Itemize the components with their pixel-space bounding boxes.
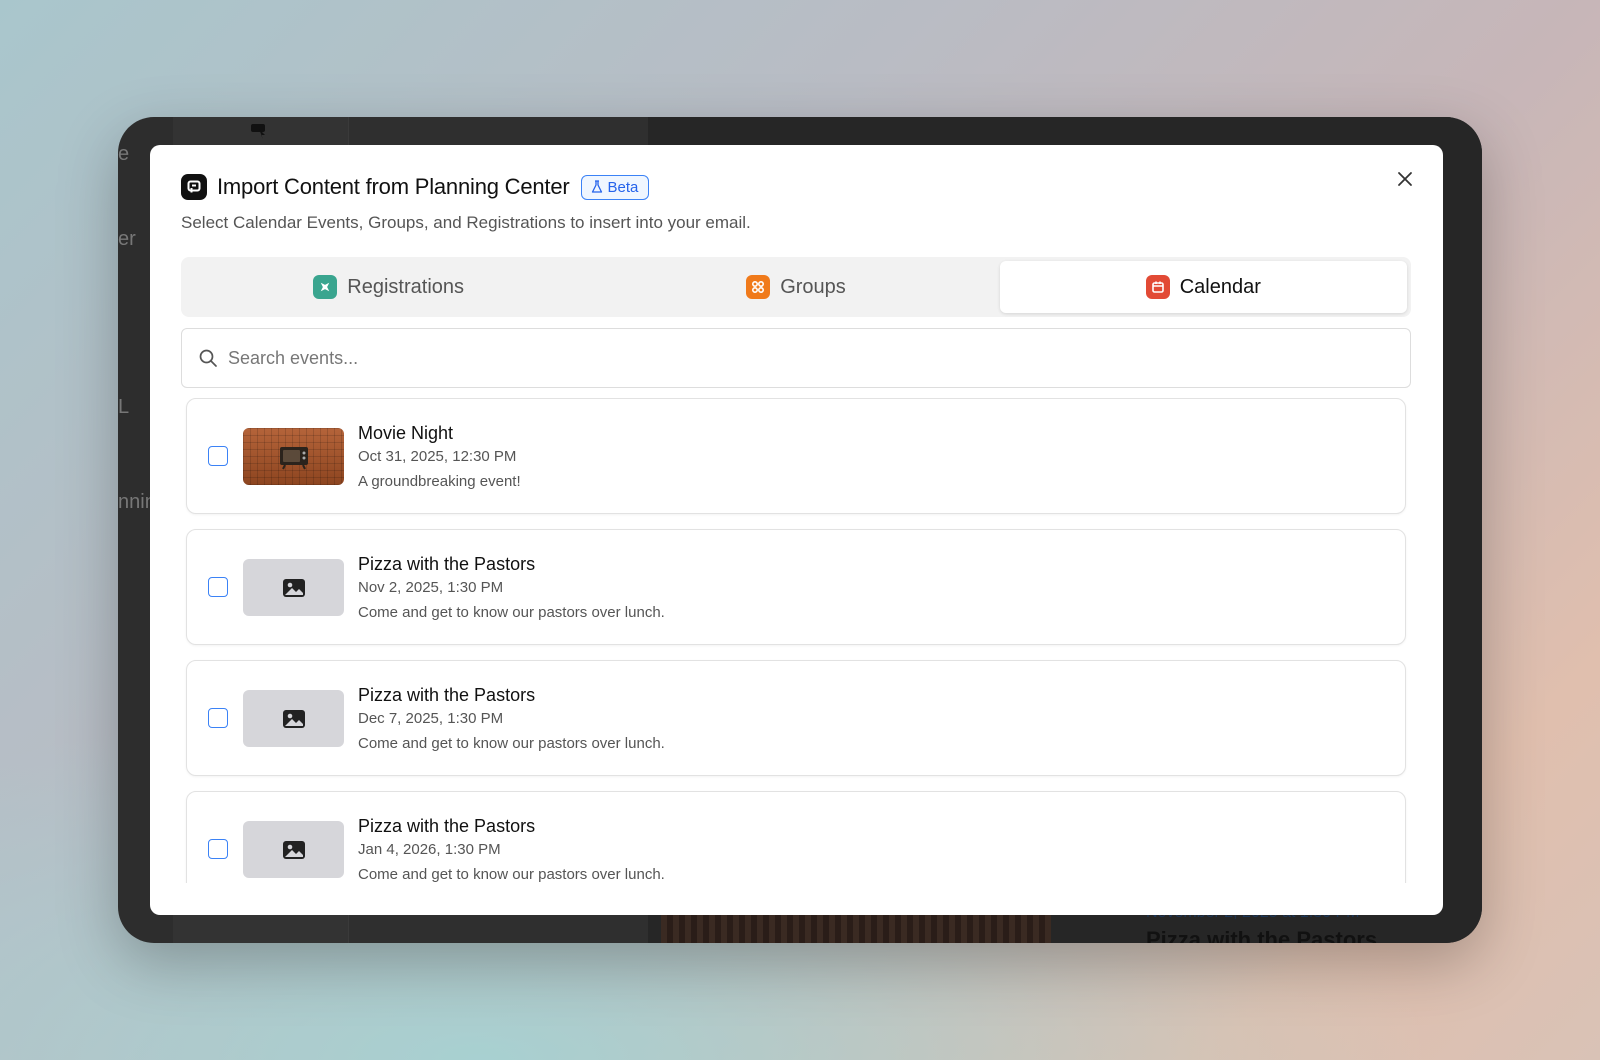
event-title: Pizza with the Pastors bbox=[358, 554, 536, 574]
event-thumbnail bbox=[243, 559, 344, 616]
calendar-icon bbox=[1145, 275, 1170, 299]
event-date: Oct 31, 2025, 12:30 PM bbox=[358, 448, 517, 465]
event-checkbox[interactable] bbox=[208, 839, 228, 859]
image-placeholder-icon bbox=[282, 840, 305, 859]
background-text-fragment: e bbox=[118, 143, 130, 165]
event-card[interactable]: Movie Night Oct 31, 2025, 12:30 PM A gro… bbox=[186, 398, 1406, 514]
import-dialog: Import Content from Planning Center Beta… bbox=[150, 145, 1443, 915]
dialog-header: Import Content from Planning Center Beta bbox=[181, 174, 650, 200]
event-date: Nov 2, 2025, 1:30 PM bbox=[358, 579, 504, 596]
event-thumbnail bbox=[243, 690, 344, 747]
event-description: Come and get to know our pastors over lu… bbox=[358, 604, 665, 621]
search-box bbox=[181, 328, 1411, 388]
tab-label: Groups bbox=[780, 275, 846, 298]
event-card[interactable]: Pizza with the Pastors Jan 4, 2026, 1:30… bbox=[186, 791, 1406, 883]
event-card[interactable]: Pizza with the Pastors Dec 7, 2025, 1:30… bbox=[186, 660, 1406, 776]
close-button[interactable] bbox=[1391, 165, 1419, 193]
groups-icon bbox=[746, 275, 771, 299]
close-icon bbox=[1398, 172, 1412, 186]
event-description: A groundbreaking event! bbox=[358, 473, 521, 490]
event-title: Pizza with the Pastors bbox=[358, 685, 536, 705]
planning-center-logo-icon bbox=[181, 174, 207, 200]
event-list: Movie Night Oct 31, 2025, 12:30 PM A gro… bbox=[181, 398, 1411, 883]
event-date: Dec 7, 2025, 1:30 PM bbox=[358, 710, 504, 727]
tab-label: Calendar bbox=[1179, 275, 1261, 298]
event-checkbox[interactable] bbox=[208, 577, 228, 597]
event-title: Pizza with the Pastors bbox=[358, 816, 536, 836]
tab-groups[interactable]: Groups bbox=[592, 261, 999, 313]
tab-calendar[interactable]: Calendar bbox=[999, 261, 1407, 313]
event-thumbnail bbox=[243, 821, 344, 878]
tab-registrations[interactable]: Registrations bbox=[185, 261, 592, 313]
event-checkbox[interactable] bbox=[208, 708, 228, 728]
image-placeholder-icon bbox=[282, 709, 305, 728]
beta-badge: Beta bbox=[580, 174, 650, 200]
registrations-icon bbox=[313, 275, 338, 299]
search-input[interactable] bbox=[228, 347, 1328, 369]
event-checkbox[interactable] bbox=[208, 446, 228, 466]
search-icon bbox=[199, 349, 217, 367]
background-text-fragment: er bbox=[118, 228, 136, 250]
image-placeholder-icon bbox=[282, 578, 305, 597]
event-description: Come and get to know our pastors over lu… bbox=[358, 735, 665, 752]
movie-night-photo bbox=[243, 428, 344, 485]
event-card[interactable]: Pizza with the Pastors Nov 2, 2025, 1:30… bbox=[186, 529, 1406, 645]
dialog-title: Import Content from Planning Center bbox=[217, 174, 570, 199]
beta-label: Beta bbox=[607, 178, 639, 196]
dialog-subtitle: Select Calendar Events, Groups, and Regi… bbox=[181, 213, 751, 232]
event-title: Movie Night bbox=[358, 423, 454, 443]
tab-label: Registrations bbox=[347, 275, 465, 298]
source-tabs: Registrations Groups Calendar bbox=[181, 257, 1411, 317]
event-date: Jan 4, 2026, 1:30 PM bbox=[358, 841, 501, 858]
background-text-fragment: L bbox=[118, 396, 130, 418]
flask-icon bbox=[591, 180, 602, 193]
background-post-title: Pizza with the Pastors bbox=[1146, 927, 1378, 943]
cursor-icon bbox=[250, 123, 268, 144]
event-description: Come and get to know our pastors over lu… bbox=[358, 866, 665, 883]
